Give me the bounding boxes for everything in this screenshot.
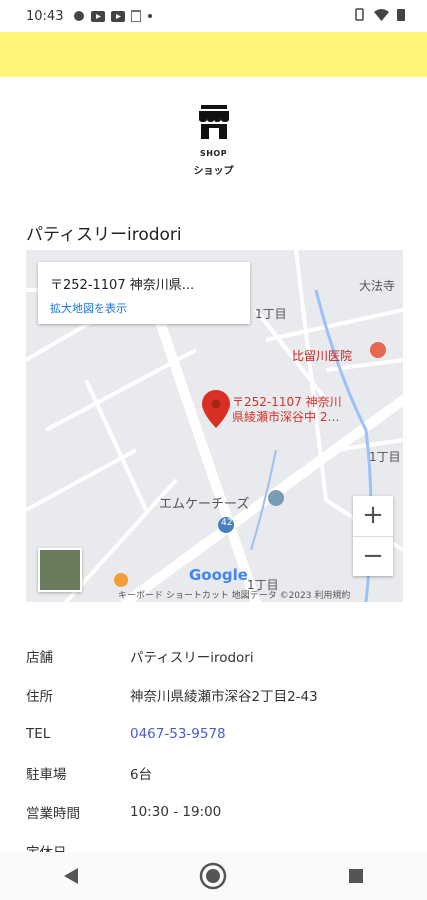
youtube-icon xyxy=(111,10,126,22)
map-label-daihoji: 大法寺 xyxy=(359,279,396,293)
back-button[interactable] xyxy=(51,856,91,896)
map-label-itchome-a: 1丁目 xyxy=(255,307,287,321)
shop-label-jp: ショップ xyxy=(193,166,234,177)
chat-icon xyxy=(74,11,85,21)
map-label-hirukawa: 比留川医院 xyxy=(292,349,353,363)
google-logo: Google xyxy=(189,566,248,584)
zoom-in-button[interactable]: + xyxy=(353,496,393,537)
dot-icon xyxy=(148,14,153,18)
info-key: TEL xyxy=(26,725,51,742)
map-card-address: 〒252-1107 神奈川県... xyxy=(50,278,195,293)
info-value: 神奈川県綾瀬市深谷2丁目2-43 xyxy=(130,688,318,705)
home-icon xyxy=(200,862,227,890)
back-icon xyxy=(64,868,79,884)
status-bar: 10:43 xyxy=(0,0,427,32)
recents-icon xyxy=(348,869,363,883)
embedded-map[interactable]: 〒252-1107 神奈川 県綾瀬市深谷中 2… 大法寺 比留川医院 1丁目 1… xyxy=(26,250,403,602)
home-button[interactable] xyxy=(193,856,233,896)
vibrate-icon xyxy=(355,8,364,21)
info-key: 営業時間 xyxy=(26,805,80,822)
info-value: パティスリーirodori xyxy=(130,649,254,666)
header-banner xyxy=(0,32,427,77)
system-nav-bar xyxy=(0,852,427,900)
shop-icon xyxy=(198,105,229,139)
recents-button[interactable] xyxy=(336,856,376,896)
info-row-address: 住所 神奈川県綾瀬市深谷2丁目2-43 xyxy=(26,675,403,714)
info-value: 6台 xyxy=(130,766,153,783)
wifi-icon xyxy=(374,8,389,21)
youtube-icon xyxy=(91,10,106,22)
map-footer: キーボード ショートカット 地図データ ©2023 利用規約 xyxy=(118,591,351,601)
zoom-controls: + − xyxy=(353,496,393,576)
view-larger-map-link[interactable]: 拡大地図を表示 xyxy=(50,300,127,316)
map-label-route: 42 xyxy=(221,518,233,528)
phone-link[interactable]: 0467-53-9578 xyxy=(130,726,226,742)
info-row-parking: 駐車場 6台 xyxy=(26,753,403,792)
notification-icons xyxy=(73,10,153,22)
info-row-tel: TEL 0467-53-9578 xyxy=(26,714,403,753)
pin-label-2: 県綾瀬市深谷中 2… xyxy=(232,410,340,424)
info-key: 店舗 xyxy=(26,649,53,666)
shop-info-table: 店舗 パティスリーirodori 住所 神奈川県綾瀬市深谷2丁目2-43 TEL… xyxy=(26,636,403,870)
info-row-shop: 店舗 パティスリーirodori xyxy=(26,636,403,675)
battery-icon xyxy=(397,9,405,21)
satellite-toggle-thumbnail[interactable] xyxy=(38,548,82,592)
info-key: 駐車場 xyxy=(26,766,67,783)
info-value: 10:30 - 19:00 xyxy=(130,803,222,820)
map-info-card: 〒252-1107 神奈川県... 拡大地図を表示 xyxy=(38,262,250,324)
shop-section-header: SHOP ショップ xyxy=(0,105,427,177)
status-time: 10:43 xyxy=(26,8,64,24)
system-icons xyxy=(353,8,405,21)
info-key: 住所 xyxy=(26,688,53,705)
calendar-icon xyxy=(131,10,142,22)
location-pin-icon[interactable] xyxy=(202,390,230,428)
map-label-itchome-b: 1丁目 xyxy=(369,450,401,464)
map-label-mk: エムケーチーズ xyxy=(159,497,250,512)
info-row-hours: 営業時間 10:30 - 19:00 xyxy=(26,792,403,831)
shop-label-en: SHOP xyxy=(199,149,228,158)
shop-title: パティスリーirodori xyxy=(26,225,182,245)
zoom-out-button[interactable]: − xyxy=(353,537,393,577)
